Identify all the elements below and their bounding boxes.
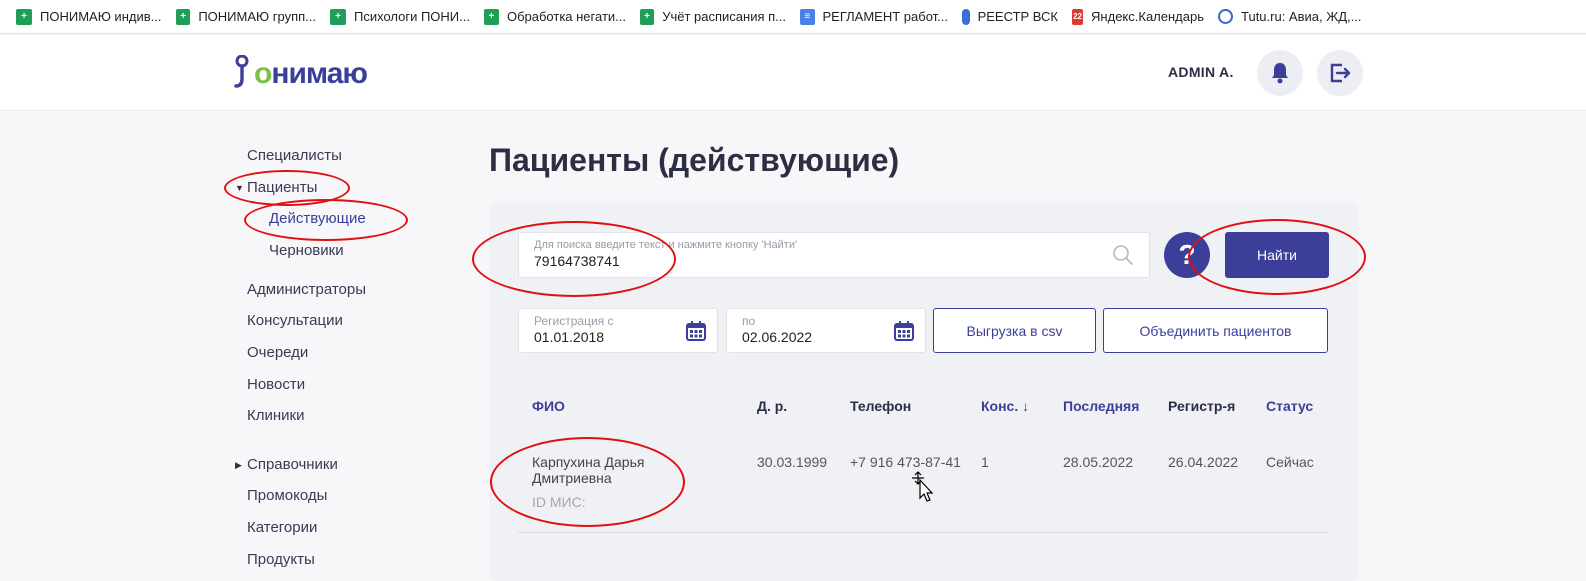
sidebar-item-promocodes[interactable]: Промокоды: [247, 487, 327, 504]
sidebar-item-clinics[interactable]: Клиники: [247, 407, 304, 424]
sidebar-item-drafts[interactable]: Черновики: [269, 242, 344, 259]
logo-suffix: нимаю: [271, 57, 368, 90]
calendar-icon[interactable]: [685, 320, 707, 342]
column-header-registered: Регистр-я: [1168, 398, 1236, 414]
caret-down-icon[interactable]: ▼: [235, 183, 244, 193]
date-to-label: по: [742, 314, 756, 328]
sheet-icon: +: [484, 8, 499, 25]
bookmark-label: Яндекс.Календарь: [1091, 9, 1204, 24]
sidebar-item-queues[interactable]: Очереди: [247, 344, 308, 361]
patient-last: 28.05.2022: [1063, 454, 1134, 470]
sidebar-item-categories[interactable]: Категории: [247, 519, 317, 536]
calendar-icon: 22: [1072, 8, 1084, 25]
column-header-name[interactable]: ФИО: [532, 398, 565, 414]
patient-consultations: 1: [981, 454, 989, 470]
patient-birth: 30.03.1999: [757, 454, 828, 470]
caret-right-icon[interactable]: ▶: [235, 460, 242, 471]
logout-icon: [1330, 63, 1351, 83]
date-to-value: 02.06.2022: [742, 329, 813, 345]
help-button[interactable]: ?: [1164, 232, 1210, 278]
bookmark-label: РЕГЛАМЕНТ работ...: [822, 9, 949, 24]
search-value: 79164738741: [534, 253, 620, 269]
column-header-status[interactable]: Статус: [1266, 398, 1313, 414]
logo-person-icon: [234, 55, 249, 88]
bookmark-2[interactable]: + ПОНИМАЮ групп...: [176, 8, 316, 25]
sheet-icon: +: [330, 8, 346, 25]
date-to-field[interactable]: по 02.06.2022: [726, 308, 926, 353]
sidebar-item-administrators[interactable]: Администраторы: [247, 281, 366, 298]
find-button[interactable]: Найти: [1225, 232, 1329, 278]
cube-icon: [962, 8, 970, 25]
sheet-icon: +: [640, 8, 655, 25]
bookmark-4[interactable]: + Обработка негати...: [484, 8, 626, 25]
logo-o: о: [254, 57, 272, 90]
sheet-icon: +: [16, 8, 32, 25]
sidebar-item-specialists[interactable]: Специалисты: [247, 147, 342, 164]
logo-text: онимаю: [254, 57, 368, 90]
bookmark-8[interactable]: 22 Яндекс.Календарь: [1072, 8, 1204, 25]
logout-button[interactable]: [1317, 50, 1363, 96]
sidebar-item-references[interactable]: Справочники: [247, 456, 338, 473]
patient-phone: +7 916 473-87-41: [850, 454, 961, 470]
date-from-label: Регистрация с: [534, 314, 614, 328]
bookmark-3[interactable]: + Психологи ПОНИ...: [330, 8, 470, 25]
mis-id: ID МИС:: [532, 494, 586, 510]
merge-patients-button[interactable]: Объединить пациентов: [1103, 308, 1328, 353]
page-title: Пациенты (действующие): [489, 142, 900, 178]
sidebar-item-active[interactable]: Действующие: [269, 210, 366, 227]
column-header-consultations[interactable]: Конс. ↓: [981, 398, 1029, 414]
date-from-value: 01.01.2018: [534, 329, 605, 345]
sidebar-item-consultations[interactable]: Консультации: [247, 312, 343, 329]
user-name[interactable]: ADMIN A.: [1168, 64, 1234, 80]
bookmark-7[interactable]: РЕЕСТР ВСК: [962, 8, 1058, 25]
search-input[interactable]: Для поиска введите текст и нажмите кнопк…: [518, 232, 1150, 278]
sidebar-item-patients[interactable]: Пациенты: [247, 179, 317, 196]
app-header: онимаю ADMIN A.: [0, 35, 1586, 111]
bookmark-label: ПОНИМАЮ групп...: [198, 9, 316, 24]
bookmark-label: РЕЕСТР ВСК: [977, 9, 1058, 24]
date-from-field[interactable]: Регистрация с 01.01.2018: [518, 308, 718, 353]
bookmark-1[interactable]: + ПОНИМАЮ индив...: [16, 8, 162, 25]
calendar-icon[interactable]: [893, 320, 915, 342]
patient-name-line2[interactable]: Дмитриевна: [532, 470, 612, 486]
column-header-birth: Д. р.: [757, 398, 788, 414]
mouse-cursor-icon: [912, 471, 934, 502]
bookmark-label: ПОНИМАЮ индив...: [40, 9, 162, 24]
bookmark-9[interactable]: Tutu.ru: Авиа, ЖД,...: [1218, 9, 1361, 24]
patient-status: Сейчас: [1266, 454, 1314, 470]
column-header-last[interactable]: Последняя: [1063, 398, 1139, 414]
sheet-icon: +: [176, 8, 191, 25]
export-csv-button[interactable]: Выгрузка в csv: [933, 308, 1096, 353]
bookmarks-bar: + ПОНИМАЮ индив... + ПОНИМАЮ групп... + Пси…: [0, 0, 1586, 34]
bookmark-label: Обработка негати...: [506, 9, 626, 24]
patient-registered: 26.04.2022: [1168, 454, 1239, 470]
doc-icon: ≡: [800, 8, 815, 25]
column-header-phone: Телефон: [850, 398, 912, 414]
tutu-icon: [1218, 9, 1233, 24]
bell-icon: [1272, 63, 1288, 84]
search-placeholder: Для поиска введите текст и нажмите кнопк…: [534, 239, 798, 251]
notifications-button[interactable]: [1257, 50, 1303, 96]
bookmark-label: Учёт расписания п...: [662, 9, 786, 24]
bookmark-label: Tutu.ru: Авиа, ЖД,...: [1241, 9, 1362, 24]
sidebar-item-news[interactable]: Новости: [247, 376, 305, 393]
logo[interactable]: онимаю: [232, 55, 368, 90]
bookmark-5[interactable]: + Учёт расписания п...: [640, 8, 786, 25]
search-icon[interactable]: [1112, 244, 1134, 266]
sidebar-item-products[interactable]: Продукты: [247, 551, 315, 568]
patient-name-line1[interactable]: Карпухина Дарья: [532, 454, 644, 470]
bookmark-6[interactable]: ≡ РЕГЛАМЕНТ работ...: [800, 8, 949, 25]
row-divider: [518, 532, 1328, 533]
calendar-badge: 22: [1073, 12, 1082, 21]
bookmark-label: Психологи ПОНИ...: [353, 9, 470, 24]
